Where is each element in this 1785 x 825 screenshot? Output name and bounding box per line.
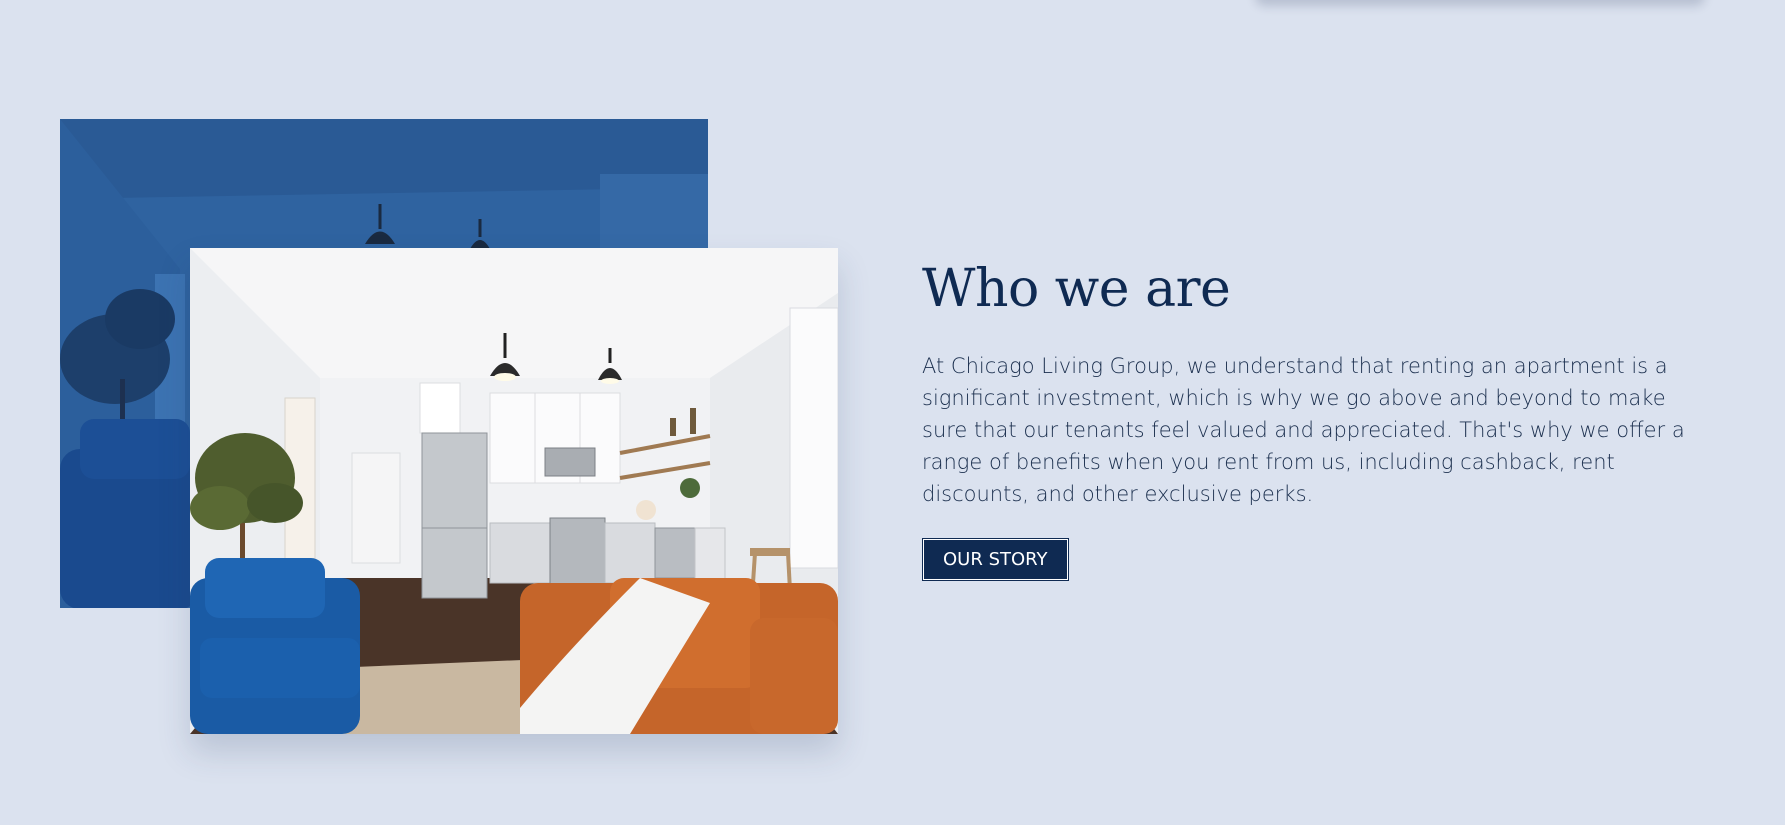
who-we-are-section: Who we are At Chicago Living Group, we u… bbox=[922, 258, 1722, 582]
section-description: At Chicago Living Group, we understand t… bbox=[922, 354, 1685, 507]
apartment-kitchen-photo bbox=[190, 248, 838, 734]
our-story-button[interactable]: OUR STORY bbox=[922, 538, 1069, 582]
section-heading: Who we are bbox=[922, 259, 1231, 319]
